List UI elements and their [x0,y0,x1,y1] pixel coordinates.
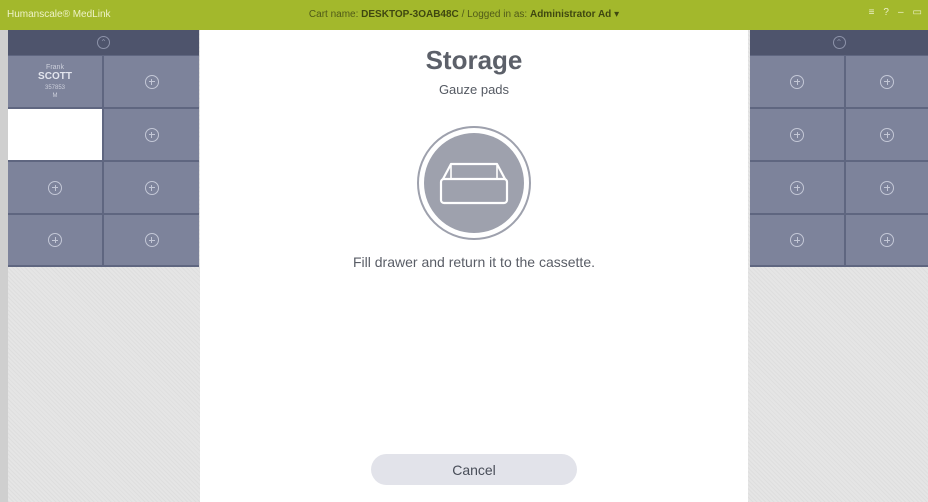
add-icon[interactable] [880,127,894,142]
cart-info: Cart name: DESKTOP-3OAB48C / Logged in a… [0,9,928,20]
add-icon[interactable] [144,180,159,195]
empty-slot[interactable] [750,109,844,160]
empty-slot[interactable] [8,215,102,265]
patient-first-name: Frank [46,64,64,71]
patient-slot[interactable]: Frank SCOTT 357853 M [8,56,102,107]
window-controls: ≡ ? – ▭ [869,7,922,18]
add-icon[interactable] [790,74,804,89]
minimize-icon[interactable]: – [898,7,904,18]
dialog-title: Storage [425,45,523,75]
empty-slot[interactable] [750,162,844,213]
restore-icon[interactable]: ▭ [913,7,922,18]
chevron-up-icon[interactable]: ⌃ [97,36,110,49]
add-icon[interactable] [48,233,62,247]
add-icon[interactable] [880,233,894,247]
logged-in-label: Logged in as: [467,9,528,20]
chevron-up-icon[interactable]: ⌃ [832,36,846,49]
empty-slot[interactable] [104,109,199,160]
drawer-icon [417,126,531,240]
dialog-subtitle: Gauze pads [438,82,510,97]
add-icon[interactable] [48,180,62,195]
patient-id: 357853 [44,85,66,91]
empty-slot[interactable] [750,56,844,107]
add-icon[interactable] [880,180,894,195]
open-drawer-slot [8,109,102,160]
instruction-message: Fill drawer and return it to the cassett… [353,254,595,270]
cart-name: DESKTOP-3OAB48C [361,9,459,20]
user-name[interactable]: Administrator Ad [530,9,611,20]
empty-slot[interactable] [846,56,928,107]
storage-dialog: Storage Gauze pads Fill drawer and retur… [200,30,748,502]
empty-slot[interactable] [104,56,199,107]
empty-slot[interactable] [104,215,199,265]
add-icon[interactable] [790,127,804,142]
menu-icon[interactable]: ≡ [869,7,875,18]
add-icon[interactable] [144,233,159,247]
empty-slot[interactable] [846,162,928,213]
title-bar: Humanscale® MedLink Cart name: DESKTOP-3… [0,0,928,30]
patient-last-name: SCOTT [38,71,72,82]
add-icon[interactable] [790,180,804,195]
empty-slot[interactable] [846,109,928,160]
user-menu[interactable]: Administrator Ad ▾ [530,9,619,20]
right-cassette-header[interactable]: ⌃ [750,30,928,55]
left-cassette-header[interactable]: ⌃ [8,30,199,55]
add-icon[interactable] [144,127,159,142]
help-icon[interactable]: ? [883,7,889,18]
empty-slot[interactable] [8,162,102,213]
separator: / [461,9,465,20]
left-cassette: ⌃ Frank SCOTT 357853 M [8,30,199,267]
patient-sex: M [52,93,58,99]
add-icon[interactable] [790,233,804,247]
empty-slot[interactable] [750,215,844,265]
left-edge [0,30,8,502]
cancel-button[interactable]: Cancel [371,454,577,485]
add-icon[interactable] [144,74,159,89]
caret-down-icon[interactable]: ▾ [614,9,619,20]
add-icon[interactable] [880,74,894,89]
empty-slot[interactable] [104,162,199,213]
empty-slot[interactable] [846,215,928,265]
right-cassette: ⌃ [750,30,928,267]
cart-label: Cart name: [308,9,359,20]
